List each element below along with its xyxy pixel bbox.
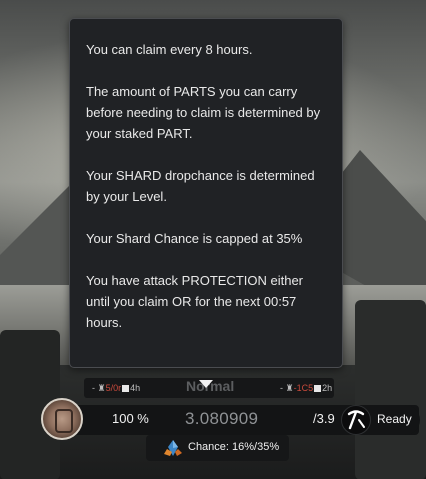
tooltip-pointer-icon	[199, 380, 213, 388]
rock-right	[355, 300, 426, 479]
left-cooldown: - ♜5/0r 4h	[92, 383, 141, 393]
cog-emblem-icon[interactable]	[41, 398, 83, 440]
bag-icon: ♜	[283, 383, 294, 393]
pickaxe-icon[interactable]	[341, 405, 371, 435]
pickaxe-icon-svg	[347, 410, 365, 430]
bag-icon: ♜	[95, 383, 106, 393]
claim-info-tooltip: You can claim every 8 hours. The amount …	[69, 18, 343, 368]
ready-label[interactable]: Ready	[377, 412, 412, 426]
progress-percent: 100 %	[112, 411, 149, 426]
tooltip-line: The amount of PARTS you can carry before…	[86, 84, 321, 141]
shard-chance-label: Chance: 16%/35%	[188, 441, 280, 453]
tooltip-line: Your Shard Chance is capped at 35%	[86, 231, 303, 246]
timer-box-icon	[122, 385, 130, 392]
timer-box-icon	[314, 385, 322, 392]
tooltip-line: Your SHARD dropchance is determined by y…	[86, 168, 315, 204]
claim-capacity: /3.9	[313, 411, 335, 426]
shard-crystal-icon	[164, 440, 182, 461]
claim-amount: 3.080909	[185, 409, 259, 428]
right-cooldown: - ♜-1C5 2h	[280, 383, 333, 393]
tooltip-line: You can claim every 8 hours.	[86, 42, 253, 57]
emblem-detail	[55, 409, 73, 433]
tooltip-line: You have attack PROTECTION either until …	[86, 273, 304, 330]
